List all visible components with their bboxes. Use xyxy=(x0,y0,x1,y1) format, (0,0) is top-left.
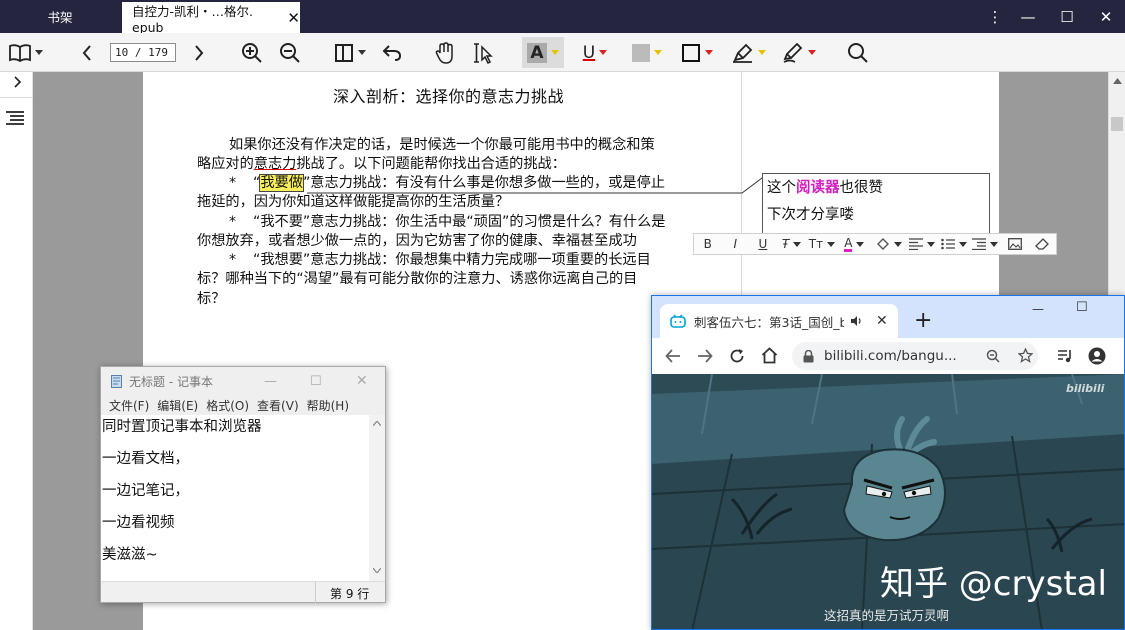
text-line: 一边看视频 xyxy=(102,511,175,532)
status-divider xyxy=(315,582,316,603)
text-line: 一边看文档， xyxy=(102,447,189,468)
font-size-button[interactable]: Tт xyxy=(806,237,837,251)
text-line: 同时置顶记事本和浏览器 xyxy=(102,415,262,436)
bullet-list-button[interactable] xyxy=(938,238,969,250)
browser-window: 刺客伍六七：第3话_国创_bili ✕ + — ☐ bilibili.com/b… xyxy=(651,295,1125,630)
chevron-down-icon xyxy=(856,242,864,247)
menu-help[interactable]: 帮助(H) xyxy=(307,397,349,414)
scroll-up-icon[interactable] xyxy=(373,421,381,426)
video-player[interactable]: bilibili 知乎 @crystal 这招真的是万试万灵啊 xyxy=(652,374,1125,630)
fill-button[interactable] xyxy=(871,237,906,251)
notepad-statusbar: 第 9 行 xyxy=(101,581,385,602)
chevron-down-icon xyxy=(927,242,935,247)
browser-tab-title: 刺客伍六七：第3话_国创_bili xyxy=(694,312,844,331)
zoom-icon[interactable] xyxy=(986,349,1000,363)
reload-icon[interactable] xyxy=(729,348,745,364)
eraser-button[interactable] xyxy=(1029,238,1057,250)
font-size-label: Tт xyxy=(809,237,823,251)
bilibili-video-logo: bilibili xyxy=(1066,382,1104,395)
menu-format[interactable]: 格式(O) xyxy=(206,397,249,414)
browser-minimize-button[interactable]: — xyxy=(1032,302,1044,316)
audio-playing-icon[interactable] xyxy=(850,315,862,327)
url-text: bilibili.com/bangu... xyxy=(824,348,957,364)
notepad-title: 无标题 - 记事本 xyxy=(129,373,213,390)
text-line: 一边记笔记， xyxy=(102,479,189,500)
chevron-down-icon xyxy=(793,242,801,247)
align-left-icon xyxy=(909,238,923,250)
notepad-titlebar: 无标题 - 记事本 — ☐ ✕ xyxy=(101,367,385,395)
profile-avatar-icon[interactable] xyxy=(1088,347,1106,365)
media-control-icon[interactable] xyxy=(1057,348,1073,364)
notepad-icon xyxy=(110,374,124,388)
insert-image-button[interactable] xyxy=(1001,238,1029,250)
notepad-close-button[interactable]: ✕ xyxy=(356,373,368,389)
line-indicator: 第 9 行 xyxy=(330,585,369,602)
image-icon xyxy=(1008,238,1022,250)
bookmark-star-icon[interactable] xyxy=(1018,348,1033,363)
align-button[interactable] xyxy=(907,238,938,250)
notepad-maximize-button[interactable]: ☐ xyxy=(310,374,322,389)
home-icon[interactable] xyxy=(761,347,778,364)
menu-file[interactable]: 文件(F) xyxy=(109,397,149,414)
bold-button[interactable]: B xyxy=(694,237,722,251)
notepad-minimize-button[interactable]: — xyxy=(264,374,277,389)
eraser-icon xyxy=(1035,238,1049,250)
chevron-down-icon xyxy=(959,242,967,247)
back-arrow-icon[interactable] xyxy=(665,348,681,364)
video-subtitle: 这招真的是万试万灵啊 xyxy=(824,605,949,624)
bilibili-favicon xyxy=(670,314,686,328)
browser-tab[interactable]: 刺客伍六七：第3话_国创_bili ✕ xyxy=(660,304,898,338)
paint-bucket-icon xyxy=(876,237,890,251)
strike-label: Ŧ xyxy=(782,237,789,251)
scroll-up-icon[interactable] xyxy=(1113,78,1122,84)
notepad-scrollbar[interactable] xyxy=(369,415,385,581)
chevron-down-icon xyxy=(990,242,998,247)
menu-view[interactable]: 查看(V) xyxy=(257,397,299,414)
strikethrough-button[interactable]: Ŧ xyxy=(777,237,807,251)
new-tab-button[interactable]: + xyxy=(914,308,932,333)
annotation-note[interactable]: 这个阅读器也很赞 下次才分享喽 xyxy=(762,173,990,235)
colored-text: 阅读器 xyxy=(796,180,840,196)
menu-edit[interactable]: 编辑(E) xyxy=(157,397,198,414)
indent-icon xyxy=(972,238,986,250)
zhihu-watermark: 知乎 @crystal xyxy=(880,556,1107,605)
close-tab-icon[interactable]: ✕ xyxy=(876,313,888,329)
bullet-list-icon xyxy=(941,238,955,250)
forward-arrow-icon[interactable] xyxy=(697,348,713,364)
scrollbar-thumb[interactable] xyxy=(1111,117,1123,131)
browser-maximize-button[interactable]: ☐ xyxy=(1076,300,1088,315)
lock-icon xyxy=(803,350,814,363)
text-run: 这个 xyxy=(767,180,796,196)
address-bar[interactable]: bilibili.com/bangu... xyxy=(792,342,1038,370)
notepad-menubar: 文件(F) 编辑(E) 格式(O) 查看(V) 帮助(H) xyxy=(101,395,385,415)
font-color-label: A xyxy=(844,237,852,252)
browser-tabstrip: 刺客伍六七：第3话_国创_bili ✕ + — ☐ xyxy=(652,296,1125,338)
italic-button[interactable]: I xyxy=(722,237,750,251)
note-format-toolbar: B I U Ŧ Tт A xyxy=(693,233,1057,255)
font-color-button[interactable]: A xyxy=(838,237,871,252)
note-line: 这个阅读器也很赞 xyxy=(767,176,883,197)
scroll-down-icon[interactable] xyxy=(373,568,381,573)
text-line: 美滋滋~ xyxy=(102,543,158,564)
indent-button[interactable] xyxy=(969,238,1000,250)
text-run: 也很赞 xyxy=(840,180,884,196)
chevron-down-icon xyxy=(894,242,902,247)
notepad-text-area[interactable]: 同时置顶记事本和浏览器 一边看文档， 一边记笔记， 一边看视频 美滋滋~ xyxy=(101,415,369,581)
note-line: 下次才分享喽 xyxy=(767,203,854,224)
browser-navbar: bilibili.com/bangu... xyxy=(652,338,1125,374)
notepad-window: 无标题 - 记事本 — ☐ ✕ 文件(F) 编辑(E) 格式(O) 查看(V) … xyxy=(100,366,386,603)
underline-button[interactable]: U xyxy=(749,237,777,251)
chevron-down-icon xyxy=(827,242,835,247)
